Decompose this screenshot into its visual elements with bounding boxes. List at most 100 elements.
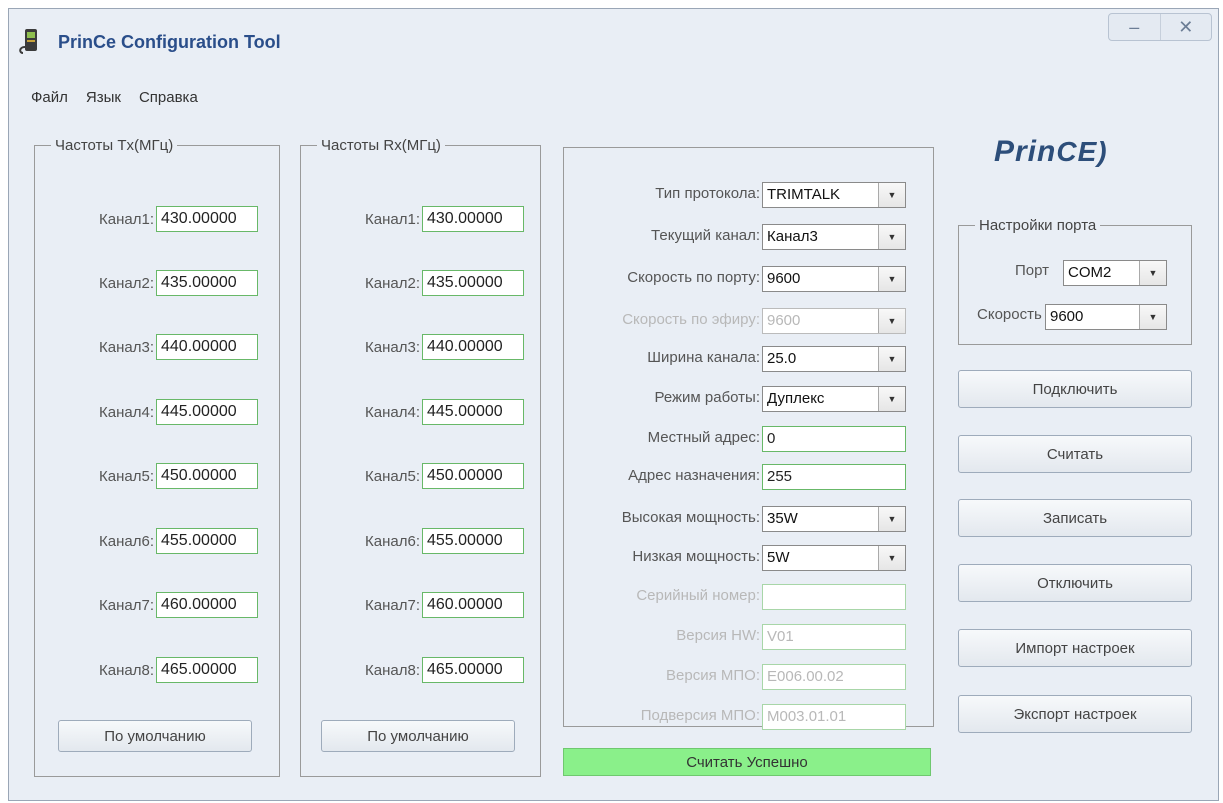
dest-address-input[interactable]: 255 xyxy=(762,464,906,490)
current-channel-select[interactable]: Канал3 ▼ xyxy=(762,224,906,250)
local-address-row: Местный адрес: 0 xyxy=(564,426,933,452)
high-power-select[interactable]: 35W ▼ xyxy=(762,506,906,532)
protocol-select[interactable]: TRIMTALK ▼ xyxy=(762,182,906,208)
port-speed-select[interactable]: 9600 ▼ xyxy=(762,266,906,292)
local-address-input[interactable]: 0 xyxy=(762,426,906,452)
port-speed-row: Скорость по порту: 9600 ▼ xyxy=(564,266,933,292)
high-power-label: Высокая мощность: xyxy=(621,509,760,526)
chevron-down-icon[interactable]: ▼ xyxy=(878,546,905,570)
tx-channel-3-row: Канал3: 440.00000 xyxy=(99,334,258,360)
channel-width-select[interactable]: 25.0 ▼ xyxy=(762,346,906,372)
chevron-down-icon[interactable]: ▼ xyxy=(878,347,905,371)
tx-channel-label: Канал5: xyxy=(99,467,154,485)
tx-default-button[interactable]: По умолчанию xyxy=(58,720,252,752)
air-speed-select: 9600 ▼ xyxy=(762,308,906,334)
minimize-button[interactable]: – xyxy=(1109,14,1160,40)
write-button[interactable]: Записать xyxy=(958,499,1192,537)
window-title: PrinCe Configuration Tool xyxy=(58,32,281,52)
tx-channel-6-input[interactable]: 455.00000 xyxy=(156,528,258,554)
chevron-down-icon[interactable]: ▼ xyxy=(878,183,905,207)
tx-channel-4-row: Канал4: 445.00000 xyxy=(99,399,258,425)
read-button[interactable]: Считать xyxy=(958,435,1192,473)
protocol-row: Тип протокола: TRIMTALK ▼ xyxy=(564,182,933,208)
baud-select[interactable]: 9600 ▼ xyxy=(1045,304,1167,330)
channel-width-value: 25.0 xyxy=(767,350,797,367)
chevron-down-icon[interactable]: ▼ xyxy=(1139,261,1166,285)
dest-address-row: Адрес назначения: 255 xyxy=(564,464,933,490)
rx-channel-8-input[interactable]: 465.00000 xyxy=(422,657,524,683)
rx-channel-3-row: Канал3: 440.00000 xyxy=(365,334,524,360)
menu-help[interactable]: Справка xyxy=(139,89,198,106)
low-power-row: Низкая мощность: 5W ▼ xyxy=(564,545,933,571)
chevron-down-icon[interactable]: ▼ xyxy=(878,387,905,411)
hw-version-input: V01 xyxy=(762,624,906,650)
rx-channel-label: Канал8: xyxy=(365,661,420,679)
tx-channel-5-input[interactable]: 450.00000 xyxy=(156,463,258,489)
logo-main: Prin xyxy=(994,135,1057,168)
port-label: Порт xyxy=(1015,262,1050,279)
export-settings-button[interactable]: Экспорт настроек xyxy=(958,695,1192,733)
tx-channel-2-row: Канал2: 435.00000 xyxy=(99,270,258,296)
chevron-down-icon[interactable]: ▼ xyxy=(1139,305,1166,329)
parameters-panel: Тип протокола: TRIMTALK ▼ Текущий канал: … xyxy=(563,147,934,730)
tx-channel-8-input[interactable]: 465.00000 xyxy=(156,657,258,683)
tx-frequencies-group: Частоты Tx(МГц) Канал1: 430.00000 Канал2… xyxy=(34,137,280,777)
connect-button[interactable]: Подключить xyxy=(958,370,1192,408)
air-speed-value: 9600 xyxy=(767,312,801,329)
protocol-label: Тип протокола: xyxy=(655,185,760,202)
mode-row: Режим работы: Дуплекс ▼ xyxy=(564,386,933,412)
tx-channel-7-input[interactable]: 460.00000 xyxy=(156,592,258,618)
logo-tail: CE) xyxy=(1056,136,1108,167)
chevron-down-icon[interactable]: ▼ xyxy=(878,507,905,531)
port-settings-legend: Настройки порта xyxy=(979,217,1097,234)
status-bar: Считать Успешно xyxy=(563,748,931,776)
low-power-value: 5W xyxy=(767,549,790,566)
tx-channel-4-input[interactable]: 445.00000 xyxy=(156,399,258,425)
port-select[interactable]: COM2 ▼ xyxy=(1063,260,1167,286)
fw-version-label: Версия МПО: xyxy=(666,667,760,684)
tx-channel-7-row: Канал7: 460.00000 xyxy=(99,592,258,618)
fw-version-row: Версия МПО: E006.00.02 xyxy=(564,664,933,690)
rx-channel-8-row: Канал8: 465.00000 xyxy=(365,657,524,683)
rx-channel-6-input[interactable]: 455.00000 xyxy=(422,528,524,554)
tx-channel-2-input[interactable]: 435.00000 xyxy=(156,270,258,296)
rx-default-button[interactable]: По умолчанию xyxy=(321,720,515,752)
tx-channel-label: Канал8: xyxy=(99,661,154,679)
tx-channel-8-row: Канал8: 465.00000 xyxy=(99,657,258,683)
rx-channel-2-row: Канал2: 435.00000 xyxy=(365,270,524,296)
mode-value: Дуплекс xyxy=(767,390,825,407)
chevron-down-icon[interactable]: ▼ xyxy=(878,267,905,291)
rx-channel-4-input[interactable]: 445.00000 xyxy=(422,399,524,425)
tx-channel-3-input[interactable]: 440.00000 xyxy=(156,334,258,360)
serial-input xyxy=(762,584,906,610)
tx-channel-label: Канал4: xyxy=(99,403,154,421)
dest-address-label: Адрес назначения: xyxy=(628,467,760,484)
protocol-value: TRIMTALK xyxy=(767,186,841,203)
tx-channel-label: Канал6: xyxy=(99,532,154,550)
rx-channel-2-input[interactable]: 435.00000 xyxy=(422,270,524,296)
menu-file[interactable]: Файл xyxy=(31,89,68,106)
rx-channel-3-input[interactable]: 440.00000 xyxy=(422,334,524,360)
chevron-down-icon[interactable]: ▼ xyxy=(878,225,905,249)
low-power-select[interactable]: 5W ▼ xyxy=(762,545,906,571)
rx-channel-label: Канал5: xyxy=(365,467,420,485)
prince-logo: PrinCE) xyxy=(994,135,1108,169)
serial-row: Серийный номер: xyxy=(564,584,933,610)
current-channel-value: Канал3 xyxy=(767,228,818,245)
import-settings-button[interactable]: Импорт настроек xyxy=(958,629,1192,667)
rx-legend: Частоты Rx(МГц) xyxy=(321,137,441,154)
close-button[interactable]: ✕ xyxy=(1159,14,1212,40)
disconnect-button[interactable]: Отключить xyxy=(958,564,1192,602)
menu-language[interactable]: Язык xyxy=(86,89,121,106)
mode-select[interactable]: Дуплекс ▼ xyxy=(762,386,906,412)
current-channel-label: Текущий канал: xyxy=(651,227,760,244)
app-icon xyxy=(19,29,37,54)
rx-channel-5-input[interactable]: 450.00000 xyxy=(422,463,524,489)
window-controls: – ✕ xyxy=(1108,13,1212,41)
tx-legend: Частоты Tx(МГц) xyxy=(55,137,174,154)
rx-channel-7-input[interactable]: 460.00000 xyxy=(422,592,524,618)
high-power-row: Высокая мощность: 35W ▼ xyxy=(564,506,933,532)
tx-channel-1-input[interactable]: 430.00000 xyxy=(156,206,258,232)
serial-label: Серийный номер: xyxy=(636,587,760,604)
rx-channel-1-input[interactable]: 430.00000 xyxy=(422,206,524,232)
